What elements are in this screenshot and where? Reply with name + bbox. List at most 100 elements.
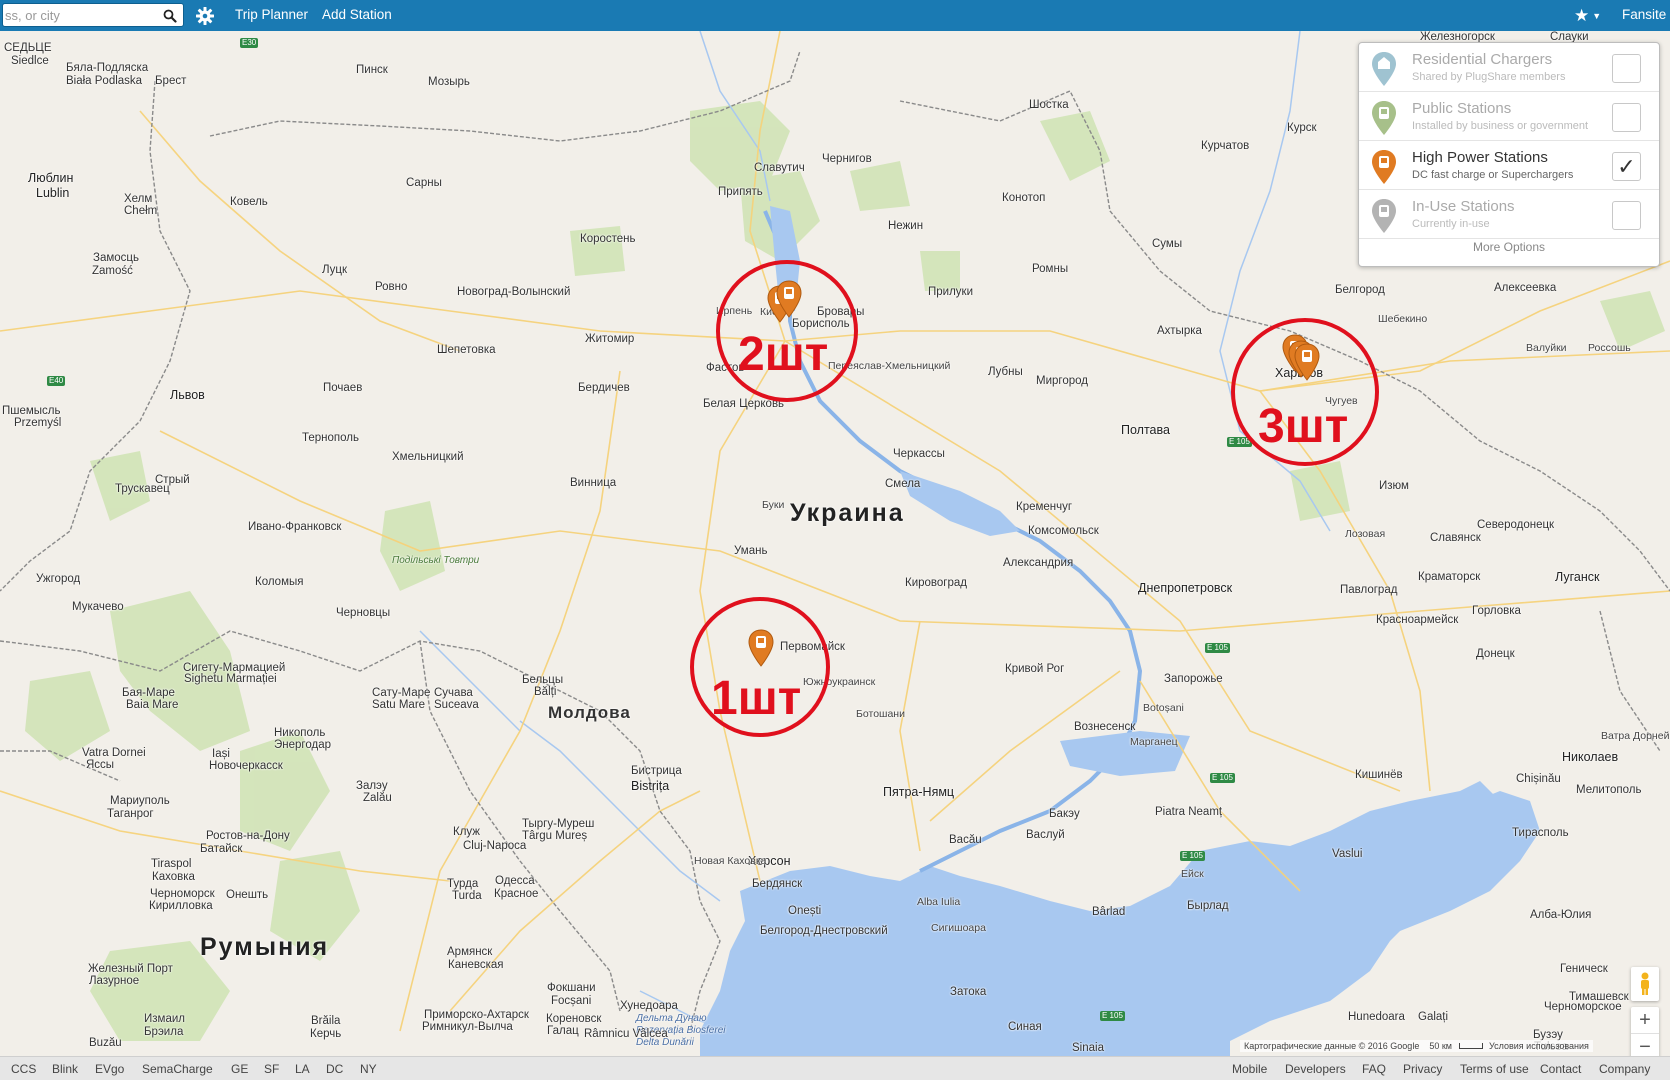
footer-link-semacharge[interactable]: SemaCharge <box>142 1062 213 1076</box>
filter-subtitle: DC fast charge or Superchargers <box>1412 169 1574 181</box>
footer-link-la[interactable]: LA <box>295 1062 310 1076</box>
road-shield: E 105 <box>1205 643 1230 653</box>
filter-checkbox[interactable] <box>1612 54 1641 83</box>
search-box <box>2 3 184 27</box>
zoom-in-button[interactable]: + <box>1631 1007 1659 1034</box>
footer-link-terms[interactable]: Terms of use <box>1460 1062 1529 1076</box>
place-label: Яссы <box>86 759 115 771</box>
filter-checkbox[interactable] <box>1612 201 1641 230</box>
filter-checkbox[interactable] <box>1612 103 1641 132</box>
place-label: Шебекино <box>1378 313 1428 325</box>
footer-link-blink[interactable]: Blink <box>52 1062 78 1076</box>
place-label: Залэу <box>356 780 388 792</box>
place-label: Бакэу <box>1049 808 1080 820</box>
place-label: Бая-Маре <box>122 687 175 699</box>
place-label: Târgu Mureș <box>522 830 588 842</box>
place-label: Lublin <box>36 186 70 200</box>
map-attribution: Картографические данные © 2016 Google 50… <box>1240 1040 1593 1052</box>
settings-button[interactable] <box>194 5 216 27</box>
search-icon <box>163 9 177 23</box>
footer-link-dc[interactable]: DC <box>326 1062 343 1076</box>
place-label: Черноморское <box>1544 1001 1622 1013</box>
place-label: Приморско-Ахтарск <box>424 1009 529 1021</box>
filter-subtitle: Shared by PlugShare members <box>1412 71 1566 83</box>
footer-link-developers[interactable]: Developers <box>1285 1062 1346 1076</box>
terms-link[interactable]: Условия использования <box>1489 1041 1589 1051</box>
place-label: Стрый <box>155 474 190 486</box>
footer-link-contact[interactable]: Contact <box>1540 1062 1581 1076</box>
place-label: Хмельницкий <box>392 451 464 463</box>
footer-link-ny[interactable]: NY <box>360 1062 377 1076</box>
place-label: Римникул-Вылча <box>422 1021 513 1033</box>
place-label: Кировоград <box>905 577 967 589</box>
country-label: Молдова <box>548 703 631 722</box>
place-label: Тернополь <box>302 432 359 444</box>
place-label: Biała Podlaska <box>66 75 143 87</box>
place-label: Армянск <box>447 946 493 958</box>
road-shield: E40 <box>47 376 66 386</box>
place-label: Мариуполь <box>110 795 170 807</box>
place-label: Ужгород <box>36 573 81 585</box>
favorites-menu[interactable]: ★ ▼ <box>1574 6 1606 26</box>
place-label: Донецк <box>1476 648 1515 660</box>
place-label: Vatra Dornei <box>82 747 146 759</box>
footer-link-faq[interactable]: FAQ <box>1362 1062 1386 1076</box>
place-label: Припять <box>718 186 763 198</box>
filter-residential-chargers[interactable]: Residential Chargers Shared by PlugShare… <box>1359 43 1659 92</box>
filter-high-power-stations[interactable]: High Power Stations DC fast charge or Su… <box>1359 141 1659 190</box>
country-label: Румыния <box>200 933 330 961</box>
place-label: Alba Iulia <box>917 896 961 908</box>
place-label: Турда <box>447 878 479 890</box>
place-label: Сучава <box>434 687 473 699</box>
public-station-pin-icon <box>1372 101 1396 135</box>
place-label: Кривой Рог <box>1005 663 1065 675</box>
footer-link-evgo[interactable]: EVgo <box>95 1062 124 1076</box>
place-label: Лозовая <box>1345 528 1386 540</box>
place-label: Курск <box>1287 122 1317 134</box>
place-label: Хелм <box>124 193 153 205</box>
place-label: Замосць <box>93 252 139 264</box>
trip-planner-link[interactable]: Trip Planner <box>235 7 308 22</box>
filter-in-use-stations[interactable]: In-Use Stations Currently in-use <box>1359 190 1659 239</box>
place-label: Кишинёв <box>1355 769 1403 781</box>
place-label: Львов <box>170 388 205 402</box>
search-button[interactable] <box>161 7 179 25</box>
add-station-link[interactable]: Add Station <box>322 7 392 22</box>
footer-link-ccs[interactable]: CCS <box>11 1062 36 1076</box>
place-label: Нежин <box>888 220 924 232</box>
place-label: Синая <box>1008 1021 1042 1033</box>
place-label: Николаев <box>1562 750 1619 764</box>
footer-link-ge[interactable]: GE <box>231 1062 248 1076</box>
place-label: Коломыя <box>255 576 304 588</box>
place-label: Геническ <box>1560 963 1608 975</box>
place-label: Satu Mare <box>372 699 426 711</box>
top-navigation-bar: Trip Planner Add Station ★▼ Fansite <box>0 0 1670 31</box>
place-label: Белгород-Днестровский <box>760 925 888 937</box>
place-label: Одесса <box>495 875 535 887</box>
user-menu-link[interactable]: Fansite <box>1622 7 1666 22</box>
place-label: Новочеркасск <box>209 760 283 772</box>
more-options-link[interactable]: More Options <box>1359 240 1659 254</box>
station-filter-panel: Residential Chargers Shared by PlugShare… <box>1358 42 1660 267</box>
zoom-out-button[interactable]: − <box>1631 1034 1659 1056</box>
place-label: Красное <box>494 888 539 900</box>
footer-link-company[interactable]: Company <box>1599 1062 1650 1076</box>
place-label: Bacău <box>949 834 982 846</box>
high-power-station-pin-icon <box>1372 150 1396 184</box>
place-label: Керчь <box>310 1028 342 1040</box>
place-label: Пятра-Нямц <box>883 785 955 799</box>
place-label: Мукачево <box>72 601 124 613</box>
filter-checkbox-checked[interactable]: ✓ <box>1612 152 1641 181</box>
filter-public-stations[interactable]: Public Stations Installed by business or… <box>1359 92 1659 141</box>
road-shield: E 105 <box>1180 851 1205 861</box>
place-label: Siedlce <box>11 55 49 67</box>
place-label: Бистрица <box>631 765 682 777</box>
gear-icon <box>196 7 214 25</box>
place-label: Каховка <box>152 871 195 883</box>
footer-link-mobile[interactable]: Mobile <box>1232 1062 1267 1076</box>
footer-link-privacy[interactable]: Privacy <box>1403 1062 1442 1076</box>
place-label: Ботошани <box>856 708 905 720</box>
street-view-pegman[interactable] <box>1631 967 1659 1001</box>
search-input[interactable] <box>3 5 153 25</box>
footer-link-sf[interactable]: SF <box>264 1062 279 1076</box>
